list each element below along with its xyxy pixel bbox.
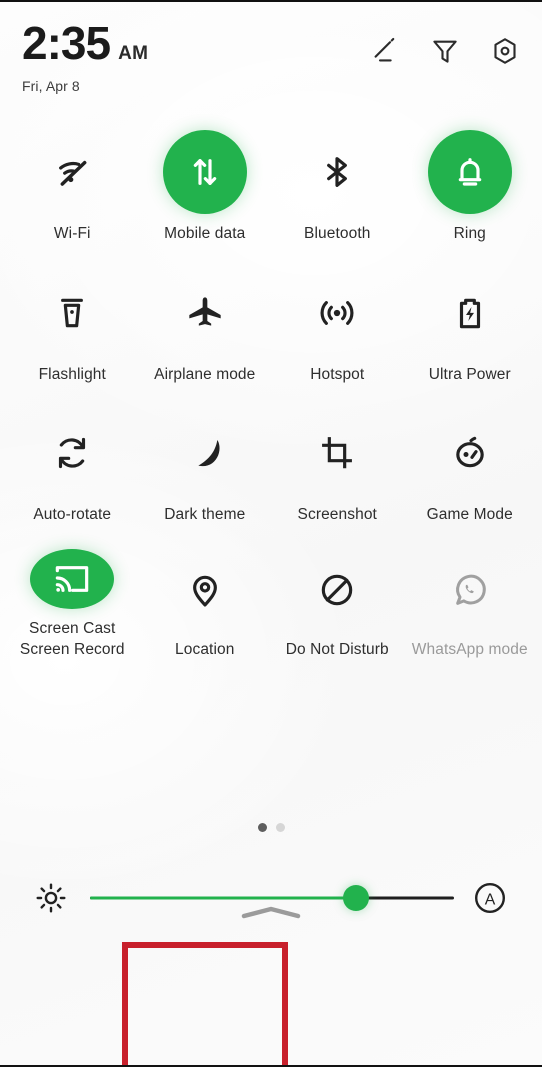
whatsapp-icon (450, 570, 490, 610)
page-dot-2[interactable] (275, 823, 285, 832)
clock-block[interactable]: 2:35 AM Fri, Apr 8 (18, 20, 148, 94)
tile-row: Auto-rotate Dark theme Screenshot Game M… (6, 403, 536, 541)
tile-ring[interactable]: Ring (404, 122, 537, 263)
tile-label: Hotspot (310, 366, 365, 383)
tile-whatsapp-mode[interactable]: WhatsApp mode (404, 541, 537, 661)
tile-row: Wi-Fi Mobile data Bluetooth Ring (6, 122, 536, 263)
annotation-highlight-airplane-mode (122, 942, 288, 1065)
filter-icon[interactable] (430, 36, 460, 66)
tile-label: Ring (453, 225, 486, 242)
tile-row: Flashlight Airplane mode Hotspot Ultra P… (6, 263, 536, 403)
tile-badge (30, 549, 115, 610)
tile-label: WhatsApp mode (411, 641, 528, 659)
tile-label: Auto-rotate (33, 506, 112, 523)
slider-fill (90, 896, 356, 900)
tile-badge (428, 271, 512, 355)
tile-game-mode[interactable]: Game Mode (404, 403, 537, 541)
tile-badge (30, 130, 114, 214)
tile-airplane-mode[interactable]: Airplane mode (139, 263, 272, 403)
tile-bluetooth[interactable]: Bluetooth (271, 122, 404, 263)
tile-label-line2: Screen Record (19, 641, 125, 659)
tile-label: Airplane mode (154, 366, 256, 383)
auto-rotate-icon (52, 433, 92, 473)
tile-label-line1: Screen Cast (29, 620, 116, 638)
tile-badge (295, 411, 379, 495)
tile-grid: Wi-Fi Mobile data Bluetooth Ring Flashli… (0, 122, 542, 661)
battery-bolt-icon (450, 293, 490, 333)
screen-cast-icon (52, 559, 92, 599)
tile-ultra-power[interactable]: Ultra Power (404, 263, 537, 403)
tile-hotspot[interactable]: Hotspot (271, 263, 404, 403)
do-not-disturb-icon (317, 570, 357, 610)
tile-mobile-data[interactable]: Mobile data (139, 122, 272, 263)
airplane-icon (185, 293, 225, 333)
quick-settings-panel: 2:35 AM Fri, Apr 8 Wi-Fi Mobile data Blu… (0, 0, 542, 1067)
tile-badge (163, 549, 247, 630)
clock-date: Fri, Apr 8 (22, 78, 80, 94)
edit-icon[interactable] (370, 36, 400, 66)
tile-badge (30, 411, 114, 495)
tile-label: Wi-Fi (53, 225, 91, 242)
tile-badge (428, 549, 512, 630)
bluetooth-icon (317, 152, 357, 192)
tile-badge (295, 549, 379, 630)
collapse-handle[interactable] (0, 906, 542, 920)
tile-badge (428, 411, 512, 495)
tile-label: Flashlight (38, 366, 106, 383)
tile-row: Screen Cast Screen Record Location Do No… (6, 541, 536, 661)
bell-ring-icon (450, 152, 490, 192)
tile-auto-rotate[interactable]: Auto-rotate (6, 403, 139, 541)
hotspot-icon (317, 293, 357, 333)
crop-screenshot-icon (317, 433, 357, 473)
wifi-off-icon (52, 152, 92, 192)
tile-label: Do Not Disturb (285, 641, 389, 659)
status-header: 2:35 AM Fri, Apr 8 (0, 2, 542, 94)
tile-label: Dark theme (164, 506, 246, 523)
tile-label: Ultra Power (428, 366, 511, 383)
page-dot-1[interactable] (257, 823, 267, 832)
tile-label: Game Mode (426, 506, 513, 523)
page-indicator[interactable] (0, 823, 542, 832)
game-mode-icon (450, 433, 490, 473)
tile-screen-cast-record[interactable]: Screen Cast Screen Record (6, 541, 139, 661)
tile-label: Bluetooth (304, 225, 371, 242)
location-pin-icon (185, 570, 225, 610)
tile-badge (30, 271, 114, 355)
tile-flashlight[interactable]: Flashlight (6, 263, 139, 403)
tile-location[interactable]: Location (139, 541, 272, 661)
tile-do-not-disturb[interactable]: Do Not Disturb (271, 541, 404, 661)
tile-badge (295, 271, 379, 355)
tile-badge (163, 411, 247, 495)
header-actions (370, 20, 524, 66)
tile-badge (295, 130, 379, 214)
clock-time: 2:35 (22, 17, 111, 69)
tile-badge (163, 271, 247, 355)
tile-badge (427, 130, 512, 214)
tile-screenshot[interactable]: Screenshot (271, 403, 404, 541)
flashlight-icon (52, 293, 92, 333)
tile-label: Mobile data (164, 225, 246, 242)
mobile-data-icon (185, 152, 225, 192)
tile-label: Screenshot (297, 506, 377, 523)
tile-badge (162, 130, 247, 214)
clock-ampm: AM (118, 43, 149, 64)
settings-icon[interactable] (490, 36, 520, 66)
tile-wifi[interactable]: Wi-Fi (6, 122, 139, 263)
tile-label: Screen Cast Screen Record (20, 619, 125, 661)
tile-label: Location (175, 641, 235, 659)
tile-dark-theme[interactable]: Dark theme (139, 403, 272, 541)
moon-icon (185, 433, 225, 473)
